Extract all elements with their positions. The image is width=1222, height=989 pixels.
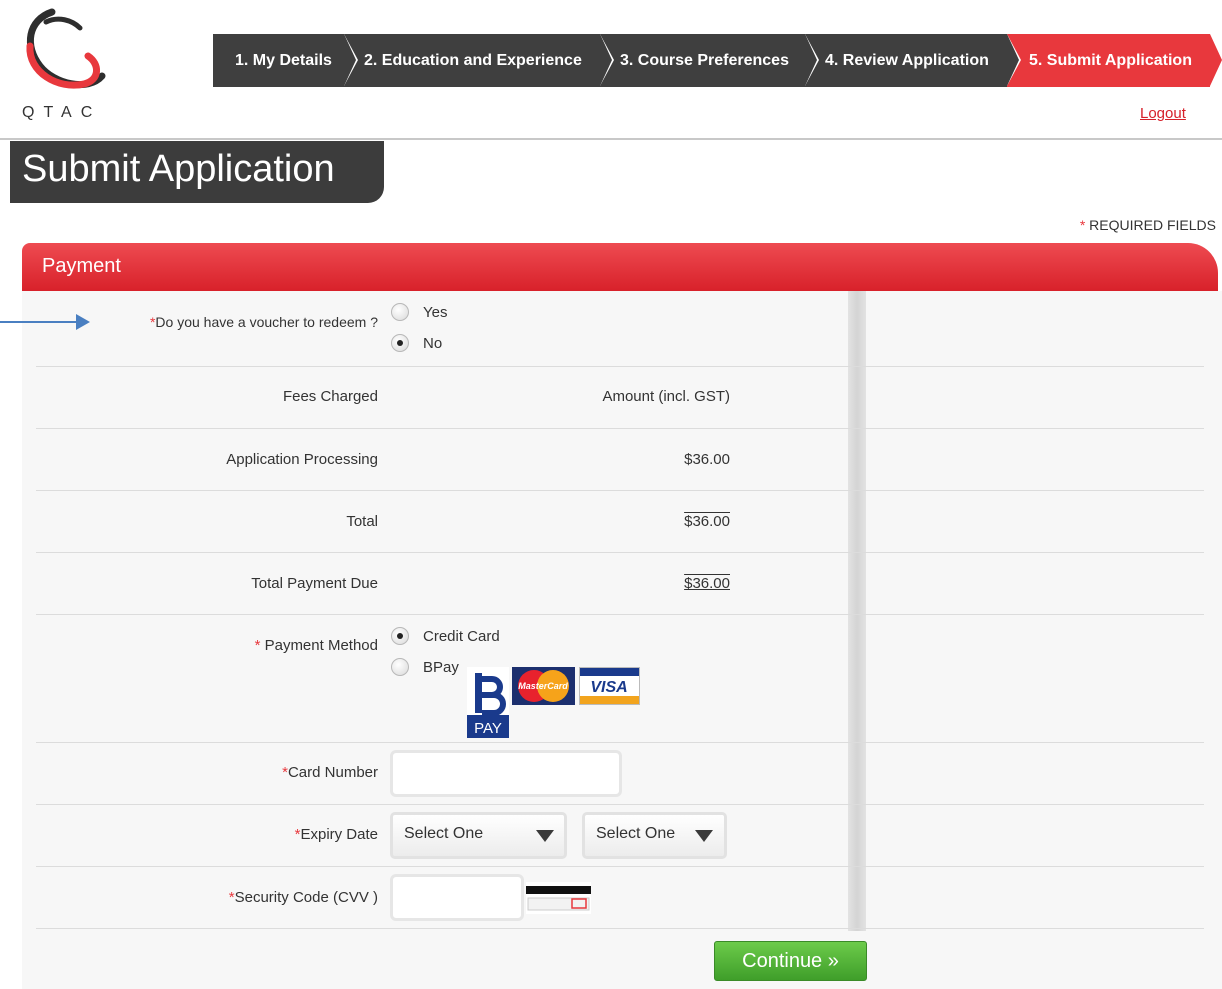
fee-row-label: Application Processing: [226, 451, 378, 468]
required-star: *: [254, 637, 265, 654]
voucher-yes-radio[interactable]: [391, 303, 409, 321]
expiry-month-select[interactable]: Select One: [390, 812, 567, 859]
security-code-label: *Security Code (CVV ): [229, 889, 378, 906]
required-fields-note: * REQUIRED FIELDS: [1080, 217, 1216, 233]
expiry-year-value: Select One: [596, 825, 676, 842]
bpay-logo-text: PAY: [474, 720, 502, 737]
step-label: 5. Submit Application: [1029, 51, 1192, 69]
payment-section-header: [22, 243, 1218, 291]
step-label: 3. Course Preferences: [620, 51, 789, 69]
row-divider: [36, 552, 1204, 553]
visa-logo-text: VISA: [590, 679, 627, 696]
fee-row-label: Total Payment Due: [251, 575, 378, 592]
step-label: 4. Review Application: [825, 51, 989, 69]
amount-header: Amount (incl. GST): [602, 388, 730, 405]
cvv-card-icon: [526, 882, 591, 914]
security-code-input[interactable]: [390, 874, 524, 921]
annotation-arrow-icon: [76, 314, 90, 330]
card-number-label: *Card Number: [282, 764, 378, 781]
step-education-experience[interactable]: 2. Education and Experience: [344, 34, 614, 87]
step-course-preferences[interactable]: 3. Course Preferences: [600, 34, 819, 87]
expiry-date-label-text: Expiry Date: [300, 826, 378, 843]
card-number-input[interactable]: [390, 750, 622, 797]
fee-row-label: Total: [346, 513, 378, 530]
mastercard-logo-text: MasterCard: [518, 681, 568, 691]
expiry-month-value: Select One: [404, 825, 484, 842]
row-divider: [36, 428, 1204, 429]
step-my-details[interactable]: 1. My Details: [213, 34, 358, 87]
card-number-label-text: Card Number: [287, 764, 378, 781]
annotation-arrow-line: [0, 321, 78, 323]
fee-row-amount: $36.00: [684, 513, 730, 530]
voucher-yes-label: Yes: [423, 304, 448, 321]
voucher-label-text: Do you have a voucher to redeem ?: [155, 314, 378, 330]
row-divider: [36, 742, 1204, 743]
expiry-date-label: *Expiry Date: [295, 826, 378, 843]
logout-link[interactable]: Logout: [1140, 105, 1186, 122]
dropdown-arrow-icon: [695, 830, 713, 842]
bpay-radio[interactable]: [391, 658, 409, 676]
credit-card-label: Credit Card: [423, 628, 500, 645]
continue-button[interactable]: Continue »: [714, 941, 867, 981]
dropdown-arrow-icon: [536, 830, 554, 842]
bpay-logo-icon: PAY: [467, 667, 509, 738]
bpay-label: BPay: [423, 659, 459, 676]
credit-card-radio[interactable]: [391, 627, 409, 645]
required-text: REQUIRED FIELDS: [1085, 217, 1216, 233]
step-review-application[interactable]: 4. Review Application: [805, 34, 1021, 87]
security-code-label-text: Security Code (CVV ): [234, 889, 378, 906]
row-divider: [36, 866, 1204, 867]
fee-row-amount: $36.00: [684, 451, 730, 468]
row-divider: [36, 490, 1204, 491]
payment-section-title: Payment: [42, 255, 121, 277]
row-divider: [36, 804, 1204, 805]
row-divider: [36, 928, 1204, 929]
expiry-year-select[interactable]: Select One: [582, 812, 727, 859]
payment-method-label-text: Payment Method: [264, 637, 378, 654]
fees-charged-header: Fees Charged: [282, 388, 378, 405]
progress-steps: 1. My Details 2. Education and Experienc…: [213, 34, 1222, 87]
fee-row-amount: $36.00: [684, 575, 730, 592]
voucher-label: *Do you have a voucher to redeem ?: [150, 314, 378, 330]
page-title: Submit Application: [22, 148, 335, 190]
voucher-no-radio[interactable]: [391, 334, 409, 352]
row-divider: [36, 366, 1204, 367]
step-label: 1. My Details: [235, 51, 332, 69]
visa-logo-icon: VISA: [579, 667, 640, 705]
logo-text: QTAC: [22, 104, 102, 121]
row-divider: [36, 614, 1204, 615]
step-submit-application[interactable]: 5. Submit Application: [1007, 34, 1222, 87]
voucher-no-label: No: [423, 335, 443, 352]
step-label: 2. Education and Experience: [364, 51, 582, 69]
payment-method-label: * Payment Method: [255, 637, 378, 654]
mastercard-logo-icon: MasterCard: [512, 667, 575, 705]
header: QTAC 1. My Details 2. Education and Expe…: [0, 0, 1222, 140]
column-divider: [848, 291, 866, 931]
